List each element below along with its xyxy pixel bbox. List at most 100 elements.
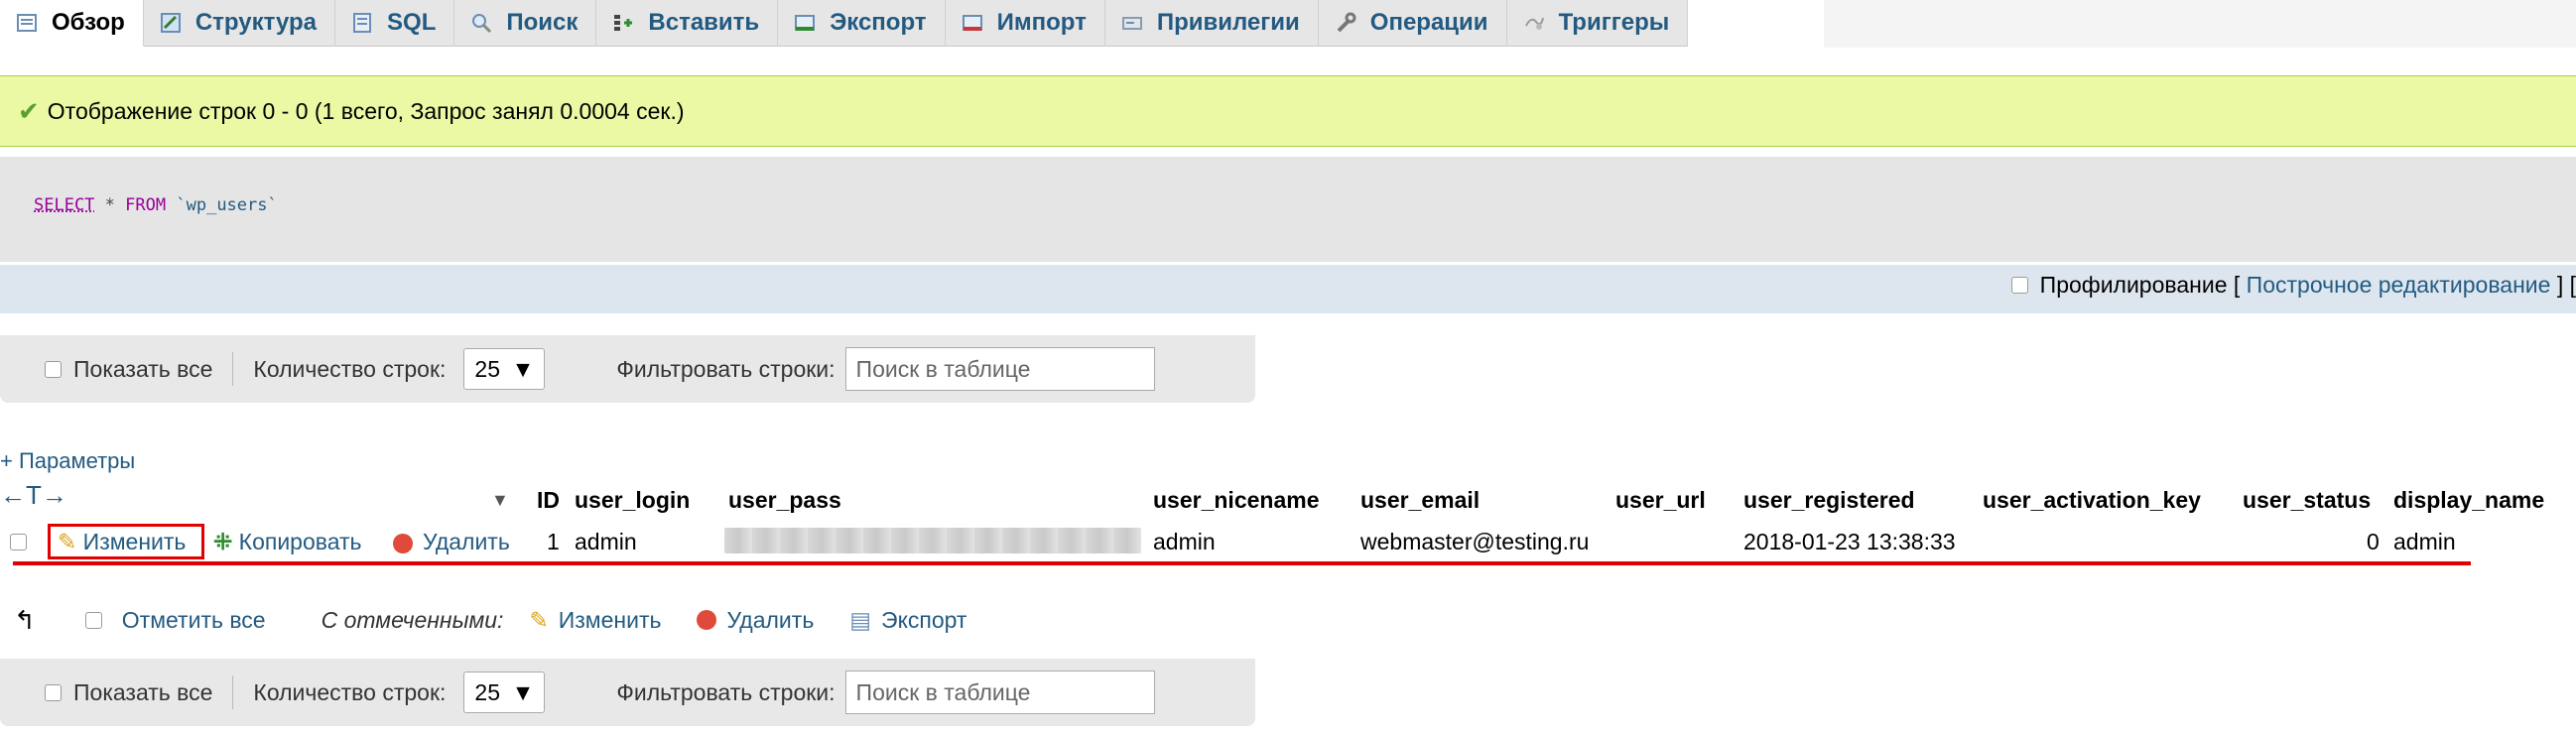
rows-count-label: Количество строк:	[253, 678, 447, 705]
top-nav-panel: Показать все Количество строк: 25 ▼ Фильт…	[0, 335, 1255, 403]
row-highlight-underline	[13, 561, 2471, 565]
row-delete-label: Удалить	[423, 529, 510, 554]
filter-rows-input[interactable]: Поиск в таблице	[844, 347, 1155, 391]
browse-icon	[16, 12, 38, 34]
search-icon	[470, 12, 492, 34]
col-user-nicename[interactable]: user_nicename	[1153, 479, 1319, 521]
bulk-actions: ↰ Отметить все С отмеченными: ✎ Изменить…	[0, 598, 966, 642]
rows-count-value: 25	[474, 355, 500, 382]
cell-user-login: admin	[575, 529, 637, 554]
tab-structure[interactable]: Структура	[143, 0, 336, 47]
sql-select-keyword[interactable]: SELECT	[34, 195, 94, 215]
tab-label: Триггеры	[1558, 9, 1670, 36]
tab-sql[interactable]: SQL	[335, 0, 455, 47]
table-header: ▼ ID user_login user_pass user_nicename …	[0, 479, 2576, 521]
tabs-filler	[1824, 0, 2576, 48]
row-copy-link[interactable]: ⁜ Копировать	[213, 522, 362, 561]
tab-operations[interactable]: Операции	[1318, 0, 1507, 47]
insert-icon	[612, 12, 634, 34]
show-all-checkbox[interactable]	[45, 683, 62, 701]
divider	[232, 675, 234, 709]
bulk-delete-link[interactable]: Удалить	[726, 607, 814, 634]
col-user-activation-key[interactable]: user_activation_key	[1983, 479, 2201, 521]
tab-insert[interactable]: Вставить	[596, 0, 779, 47]
col-display-name[interactable]: display_name	[2393, 479, 2544, 521]
options-toggle[interactable]: + Параметры	[0, 448, 135, 474]
tab-triggers[interactable]: Триггеры	[1506, 0, 1689, 47]
user-pass-blurred	[724, 528, 1141, 553]
tab-search[interactable]: Поиск	[454, 0, 597, 47]
sql-star: *	[104, 195, 115, 215]
success-text: Отображение строк 0 - 0 (1 всего, Запрос…	[47, 97, 685, 124]
col-user-email[interactable]: user_email	[1360, 479, 1480, 521]
import-icon	[962, 12, 983, 34]
success-message: ✔ Отображение строк 0 - 0 (1 всего, Запр…	[0, 75, 2576, 147]
tab-export[interactable]: Экспорт	[778, 0, 946, 47]
copy-icon: ⁜	[213, 529, 233, 554]
filter-rows-input[interactable]: Поиск в таблице	[844, 671, 1155, 714]
divider	[232, 352, 234, 386]
cell-user-nicename: admin	[1153, 529, 1216, 554]
profiling-label: Профилирование	[2039, 272, 2228, 298]
row-delete-link[interactable]: Удалить	[393, 522, 510, 561]
sort-icon[interactable]: ▼	[491, 479, 509, 521]
col-user-url[interactable]: user_url	[1615, 479, 1706, 521]
table-tabs: Обзор Структура SQL Поиск Вставить Экспо…	[0, 0, 1824, 48]
rows-count-select[interactable]: 25 ▼	[463, 348, 546, 390]
rows-count-value: 25	[474, 678, 500, 705]
filter-rows-label: Фильтровать строки:	[616, 678, 836, 705]
chevron-down-icon: ▼	[511, 355, 535, 382]
check-all-checkbox[interactable]	[84, 611, 102, 629]
filter-rows-label: Фильтровать строки:	[616, 355, 836, 382]
show-all-label[interactable]: Показать все	[73, 679, 212, 706]
delete-icon	[393, 533, 413, 553]
row-checkbox[interactable]	[10, 534, 27, 550]
structure-icon	[160, 12, 182, 34]
bottom-nav-panel: Показать все Количество строк: 25 ▼ Фильт…	[0, 659, 1255, 726]
bulk-edit-link[interactable]: Изменить	[559, 607, 662, 634]
check-all-label[interactable]: Отметить все	[122, 607, 266, 634]
col-user-status[interactable]: user_status	[2243, 479, 2371, 521]
sql-icon	[351, 12, 373, 34]
tab-label: Операции	[1369, 9, 1488, 36]
profiling-checkbox[interactable]	[2010, 277, 2028, 294]
show-all-checkbox[interactable]	[45, 360, 62, 378]
profiling-options: Профилирование [ Построчное редактирован…	[2010, 272, 2576, 299]
cell-id: 1	[547, 529, 560, 554]
privileges-icon	[1121, 12, 1143, 34]
tab-label: SQL	[387, 9, 437, 36]
col-id[interactable]: ID	[537, 479, 560, 521]
check-icon: ✔	[18, 95, 40, 126]
col-user-pass[interactable]: user_pass	[728, 479, 841, 521]
tab-label: Поиск	[506, 9, 579, 36]
cell-user-registered: 2018-01-23 13:38:33	[1743, 529, 1956, 554]
tab-label: Обзор	[52, 9, 125, 36]
with-selected-label: С отмеченными:	[321, 606, 504, 633]
pencil-icon: ✎	[529, 606, 549, 633]
cell-user-status: 0	[2367, 529, 2380, 554]
sql-query-box	[0, 157, 2576, 262]
tab-label: Привилегии	[1156, 9, 1300, 36]
cell-user-email: webmaster@testing.ru	[1360, 529, 1590, 554]
bracket-open: [	[2233, 272, 2241, 298]
edit-highlight-box	[48, 524, 204, 559]
show-all-label[interactable]: Показать все	[73, 356, 212, 383]
tab-privileges[interactable]: Привилегии	[1104, 0, 1319, 47]
tab-import[interactable]: Импорт	[945, 0, 1105, 47]
sql-from-keyword: FROM	[125, 195, 167, 215]
inline-edit-link[interactable]: Построчное редактирование	[2247, 272, 2551, 299]
rows-count-label: Количество строк:	[253, 355, 447, 382]
rows-count-select[interactable]: 25 ▼	[463, 672, 546, 713]
bracket-close: ] [	[2556, 272, 2576, 298]
tab-label: Структура	[194, 9, 318, 36]
operations-icon	[1335, 12, 1356, 34]
col-user-login[interactable]: user_login	[575, 479, 690, 521]
sql-query[interactable]: SELECT * FROM `wp_users`	[34, 195, 278, 215]
delete-icon	[697, 610, 717, 630]
sql-table-name: `wp_users`	[176, 195, 278, 215]
bulk-export-link[interactable]: Экспорт	[881, 607, 966, 634]
col-user-registered[interactable]: user_registered	[1743, 479, 1915, 521]
arrow-up-icon: ↰	[14, 604, 36, 635]
tab-label: Экспорт	[830, 9, 927, 36]
tab-browse[interactable]: Обзор	[0, 0, 144, 47]
